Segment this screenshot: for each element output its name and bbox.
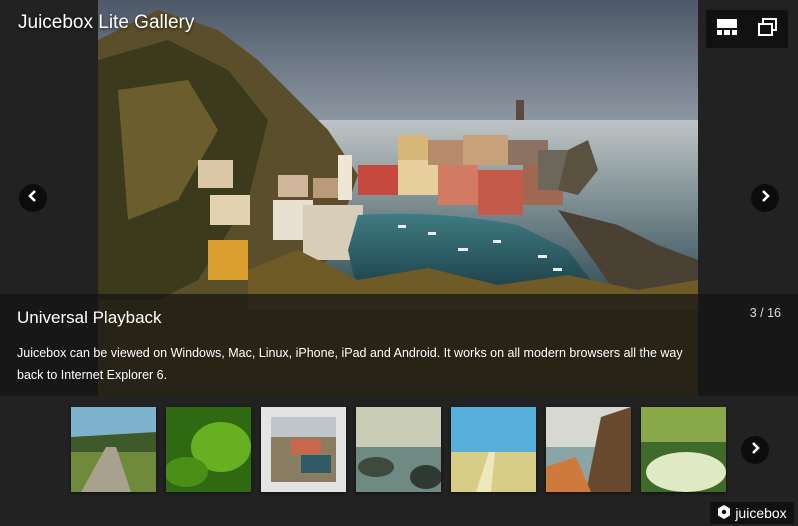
expand-icon <box>757 17 778 41</box>
image-counter: 3 / 16 <box>749 306 781 320</box>
juicebox-logo-icon <box>717 504 731 522</box>
thumbnail-6[interactable] <box>546 407 631 492</box>
thumbnail-1[interactable] <box>71 407 156 492</box>
thumbnails-toggle-button[interactable] <box>706 10 747 48</box>
thumbnail-5[interactable] <box>451 407 536 492</box>
top-button-bar <box>706 10 788 48</box>
gallery-stage: Juicebox Lite Gallery Universal Playback… <box>0 0 798 396</box>
thumbnail-2[interactable] <box>166 407 251 492</box>
thumbnail-4[interactable] <box>356 407 441 492</box>
thumbnails-icon <box>716 18 737 40</box>
gallery-title: Juicebox Lite Gallery <box>18 12 195 33</box>
juicebox-brand-badge[interactable]: juicebox <box>710 502 794 524</box>
thumbnail-7[interactable] <box>641 407 726 492</box>
arrow-right-icon <box>749 441 761 459</box>
thumbnail-strip: juicebox <box>0 396 798 526</box>
next-image-button[interactable] <box>751 184 779 212</box>
brand-label: juicebox <box>735 505 787 521</box>
caption-text: Juicebox can be viewed on Windows, Mac, … <box>17 346 683 382</box>
thumbnail-3-selected[interactable] <box>261 407 346 492</box>
arrow-left-icon <box>27 189 39 207</box>
expand-button[interactable] <box>747 10 788 48</box>
caption-panel: Universal Playback 3 / 16 Juicebox can b… <box>0 294 798 396</box>
caption-title: Universal Playback <box>17 308 162 327</box>
previous-image-button[interactable] <box>19 184 47 212</box>
thumbnails-next-button[interactable] <box>741 436 769 464</box>
arrow-right-icon <box>759 189 771 207</box>
